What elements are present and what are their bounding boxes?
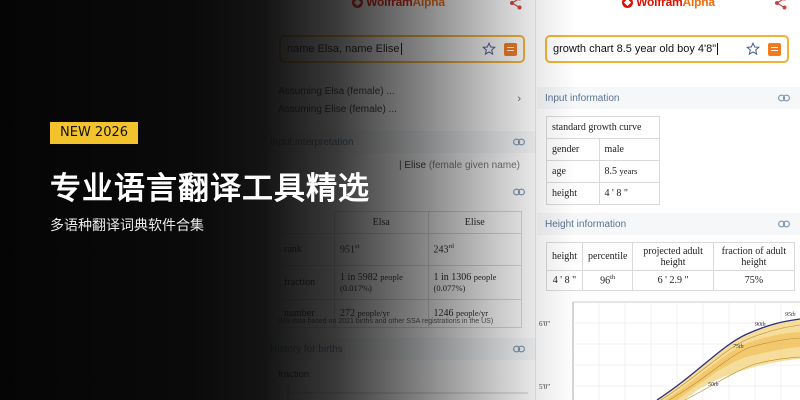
table-row: age 8.5 years [546, 160, 661, 183]
link-icon[interactable] [513, 345, 525, 353]
favorite-star-icon[interactable] [746, 42, 760, 56]
column-header: Elise [427, 211, 522, 234]
table-cell: 4 ' 8 " [598, 182, 661, 205]
table-cell: 8.5 years [598, 160, 661, 183]
table-cell: male [598, 138, 661, 161]
column-header: fraction of adult height [712, 242, 796, 271]
height-info-table: height percentile projected adult height… [546, 242, 796, 291]
history-sub-label: fraction [278, 369, 310, 380]
row-label: gender [546, 138, 600, 161]
column-header: Elsa [334, 211, 429, 234]
row-label: height [546, 182, 600, 205]
name-stats-table: Elsa Elise rank 951st 243rd fraction 1 i… [278, 211, 522, 328]
pod-title: Input interpretation [270, 136, 354, 148]
brand-secondary-text: Alpha [682, 0, 716, 9]
percentile-label-90: 90th [755, 322, 766, 328]
row-label: fraction [278, 265, 335, 300]
wolframalpha-logo[interactable]: WolframAlpha [622, 0, 715, 9]
history-chart-grid [287, 385, 528, 400]
table-cell: 1 in 1306 people (0.077%) [427, 265, 522, 300]
favorite-star-icon[interactable] [482, 42, 496, 56]
banner-root: WolframAlpha name Elsa, name Elise Assum… [0, 0, 800, 400]
table-cell: 243rd [427, 233, 522, 266]
assumption-elise[interactable]: Assuming Elise (female) ... [278, 104, 397, 115]
link-icon[interactable] [778, 220, 790, 228]
column-header: height [546, 242, 583, 271]
chevron-right-icon[interactable]: › [517, 93, 521, 105]
percentile-label-50: 50th [708, 382, 719, 388]
link-icon[interactable] [513, 188, 525, 196]
input-info-table: standard growth curve gender male age 8.5 … [546, 116, 661, 205]
growth-chart: 6'0" 5'0" 95th 90th 75th 50th [539, 301, 800, 400]
table-cell: 96th [581, 270, 634, 291]
wolfram-star-icon [622, 0, 634, 8]
text-caret [400, 43, 402, 56]
column-header: projected adult height [632, 242, 714, 271]
column-header: percentile [581, 242, 634, 271]
table-cell: 75% [712, 270, 796, 291]
table-row: gender male [546, 138, 661, 161]
pod-header-input-information: Input information [537, 87, 800, 109]
interpretation-qualifier: (female given name) [428, 160, 521, 171]
banner-headline: 专业语言翻译工具精选 [50, 171, 370, 207]
wolfram-star-icon [352, 0, 364, 8]
search-query-text: name Elsa, name Elise [287, 42, 400, 55]
brand-primary-text: Wolfram [636, 0, 683, 9]
text-caret [717, 43, 719, 56]
y-tick-label: 6'0" [539, 320, 550, 328]
pod-header-height-information: Height information [537, 213, 800, 235]
wolframalpha-logo[interactable]: WolframAlpha [352, 0, 445, 9]
app-header: WolframAlpha [262, 0, 535, 24]
equals-button[interactable] [768, 42, 781, 56]
search-input[interactable]: name Elsa, name Elise [279, 35, 525, 63]
brand-secondary-text: Alpha [412, 0, 446, 9]
banner-subtitle: 多语种翻译词典软件合集 [50, 218, 204, 234]
brand-primary-text: Wolfram [366, 0, 413, 9]
row-label: age [546, 160, 600, 183]
pod-title: History for births [270, 343, 343, 355]
pod-title: Input information [545, 92, 620, 104]
table-cell: 1 in 5982 people (0.017%) [334, 265, 429, 300]
share-icon[interactable] [774, 0, 788, 10]
y-tick-label: 5'0" [539, 383, 550, 391]
table-cell: 6 ' 2.9 " [632, 270, 714, 291]
row-label: rank [278, 233, 335, 266]
link-icon[interactable] [513, 138, 525, 146]
new-badge: NEW 2026 [50, 122, 139, 144]
percentile-label-75: 75th [733, 344, 744, 350]
search-query-text: growth chart 8.5 year old boy 4'8" [553, 42, 717, 55]
table-cell: 951st [334, 233, 429, 266]
table-title: standard growth curve [546, 116, 660, 139]
search-input[interactable]: growth chart 8.5 year old boy 4'8" [545, 35, 789, 63]
assumption-elsa[interactable]: Assuming Elsa (female) ... [278, 86, 395, 97]
interpretation-result: | Elise (female given name) [399, 160, 521, 171]
table-row: rank 951st 243rd [278, 233, 522, 266]
table-row: 4 ' 8 " 96th 6 ' 2.9 " 75% [546, 270, 796, 291]
table-row: height 4 ' 8 " [546, 182, 661, 205]
pod-title: Height information [545, 218, 627, 230]
footnote: (US data based on 2021 births and other … [278, 318, 494, 325]
link-icon[interactable] [778, 94, 790, 102]
equals-button[interactable] [504, 42, 517, 56]
pod-header-history: History for births [262, 338, 535, 360]
percentile-label-95: 95th [785, 312, 796, 318]
app-header: WolframAlpha [537, 0, 800, 24]
table-row: fraction 1 in 5982 people (0.017%) 1 in 1… [278, 265, 522, 300]
share-icon[interactable] [509, 0, 523, 10]
table-cell: 4 ' 8 " [546, 270, 583, 291]
pod-header-input-interpretation: Input interpretation [262, 131, 535, 153]
interpretation-name: Elise [404, 160, 427, 171]
